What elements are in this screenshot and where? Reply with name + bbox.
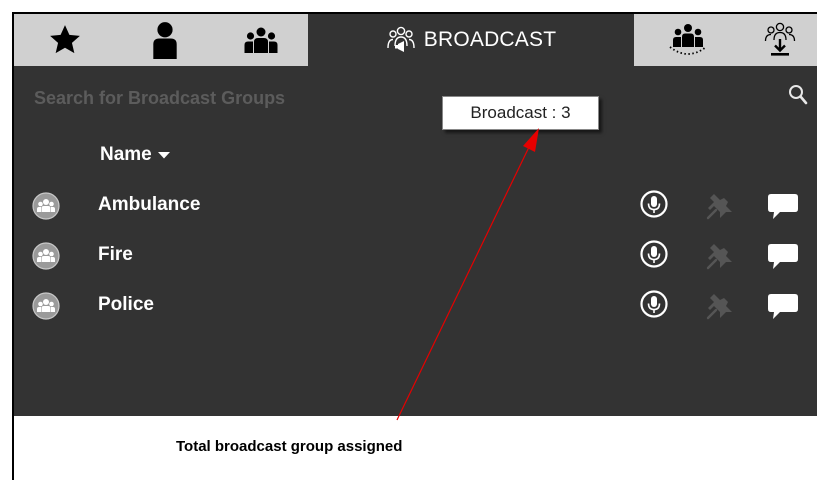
annotation-caption: Total broadcast group assigned: [176, 438, 403, 455]
annotation-arrow: [396, 128, 539, 421]
